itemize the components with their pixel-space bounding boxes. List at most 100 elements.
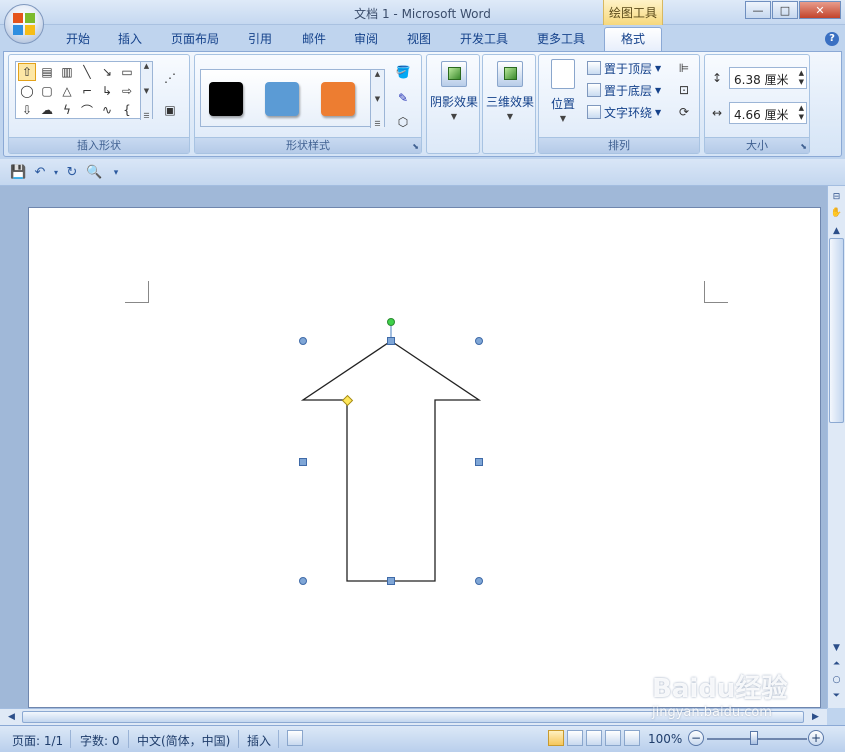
shape-height-input[interactable]: 6.38 厘米 ▲ ▼ — [729, 67, 807, 89]
next-page-icon[interactable]: ⏷ — [829, 689, 844, 704]
shape-width-input[interactable]: 4.66 厘米 ▲ ▼ — [729, 102, 807, 124]
tab-references[interactable]: 引用 — [238, 30, 282, 51]
dialog-launcher-icon[interactable]: ⬊ — [800, 142, 807, 151]
resize-handle-bottom-right[interactable] — [475, 577, 483, 585]
resize-handle-top-left[interactable] — [299, 337, 307, 345]
previous-page-icon[interactable]: ⏶ — [829, 657, 844, 672]
vertical-scrollbar[interactable]: ⊟ ✋ ▲ ▼ ⏶ ○ ⏷ — [827, 186, 845, 708]
tab-page-layout[interactable]: 页面布局 — [162, 30, 228, 51]
scroll-down-icon[interactable]: ▼ — [141, 87, 152, 95]
tab-more-tools[interactable]: 更多工具 — [528, 30, 594, 51]
zoom-out-icon[interactable]: − — [688, 730, 704, 746]
outline-view-icon[interactable] — [605, 730, 621, 746]
pan-hand-icon[interactable]: ✋ — [829, 206, 844, 221]
shadow-effects-button[interactable]: 阴影效果 ▼ — [428, 61, 480, 121]
redo-icon[interactable]: ↻ — [64, 165, 80, 181]
minimize-button[interactable]: — — [745, 1, 771, 19]
undo-dropdown-icon[interactable]: ▾ — [48, 165, 64, 181]
resize-handle-bottom-left[interactable] — [299, 577, 307, 585]
browse-object-icon[interactable]: ○ — [829, 673, 844, 688]
text-wrap-button[interactable]: 文字环绕 ▼ — [587, 102, 661, 122]
bring-to-front-button[interactable]: 置于顶层 ▼ — [587, 58, 661, 78]
send-to-back-button[interactable]: 置于底层 ▼ — [587, 80, 661, 100]
up-arrow-shape[interactable] — [300, 340, 482, 582]
scroll-left-icon[interactable]: ◀ — [4, 710, 19, 725]
shape-arc-icon[interactable]: ⌒ — [78, 101, 96, 119]
view-ruler-icon[interactable]: ⊟ — [829, 190, 844, 205]
shape-rounded-rect-icon[interactable]: ▢ — [38, 82, 56, 100]
resize-handle-top[interactable] — [387, 337, 395, 345]
resize-handle-bottom[interactable] — [387, 577, 395, 585]
spin-arrows-icon[interactable]: ▲ ▼ — [799, 69, 804, 87]
shape-vertical-textbox-icon[interactable]: ▥ — [58, 63, 76, 81]
full-screen-reading-icon[interactable] — [567, 730, 583, 746]
dialog-launcher-icon[interactable]: ⬊ — [412, 142, 419, 151]
scroll-down-icon[interactable]: ▼ — [371, 95, 384, 103]
shape-elbow-arrow-icon[interactable]: ↳ — [98, 82, 116, 100]
style-swatch-orange[interactable] — [321, 82, 355, 116]
edit-shape-icon[interactable]: ⋰ — [159, 69, 181, 87]
fill-color-icon[interactable]: 🪣 — [389, 63, 417, 81]
style-swatch-black[interactable] — [209, 82, 243, 116]
styles-gallery-scroll[interactable]: ▲ ▼ ☰ — [370, 70, 384, 128]
scroll-up-icon[interactable]: ▲ — [141, 62, 152, 70]
help-icon[interactable]: ? — [825, 32, 839, 46]
maximize-button[interactable]: □ — [772, 1, 798, 19]
print-layout-view-icon[interactable] — [548, 730, 564, 746]
shape-line-icon[interactable]: ╲ — [78, 63, 96, 81]
insert-mode-indicator[interactable]: 插入 — [247, 732, 271, 749]
shape-elbow-connector-icon[interactable]: ⌐ — [78, 82, 96, 100]
language-indicator[interactable]: 中文(简体，中国) — [137, 732, 230, 749]
tab-view[interactable]: 视图 — [397, 30, 441, 51]
shape-right-arrow-icon[interactable]: ⇨ — [118, 82, 136, 100]
resize-handle-right[interactable] — [475, 458, 483, 466]
gallery-more-icon[interactable]: ☰ — [371, 120, 384, 128]
zoom-level[interactable]: 100% — [648, 732, 682, 746]
scroll-up-icon[interactable]: ▲ — [829, 224, 844, 239]
tab-mailings[interactable]: 邮件 — [292, 30, 336, 51]
scroll-up-icon[interactable]: ▲ — [371, 70, 384, 78]
shapes-gallery-scroll[interactable]: ▲ ▼ ☰ — [140, 62, 152, 120]
office-button[interactable] — [4, 4, 44, 44]
spin-arrows-icon[interactable]: ▲ ▼ — [799, 104, 804, 122]
document-page[interactable] — [28, 207, 821, 708]
text-box-draw-icon[interactable]: ▣ — [159, 101, 181, 119]
shape-rectangle-icon[interactable]: ▭ — [118, 63, 136, 81]
customize-toolbar-icon[interactable]: ▾ — [108, 165, 124, 181]
resize-handle-left[interactable] — [299, 458, 307, 466]
shape-lightning-icon[interactable]: ϟ — [58, 101, 76, 119]
print-preview-icon[interactable]: 🔍 — [86, 165, 102, 181]
shape-oval-icon[interactable]: ◯ — [18, 82, 36, 100]
save-icon[interactable]: 💾 — [10, 165, 26, 181]
rotation-handle[interactable] — [387, 318, 395, 326]
shape-arrow-line-icon[interactable]: ↘ — [98, 63, 116, 81]
draft-view-icon[interactable] — [624, 730, 640, 746]
tab-insert[interactable]: 插入 — [108, 30, 152, 51]
tab-format[interactable]: 格式 — [604, 27, 662, 52]
shape-textbox-icon[interactable]: ▤ — [38, 63, 56, 81]
tab-home[interactable]: 开始 — [56, 30, 100, 51]
web-layout-view-icon[interactable] — [586, 730, 602, 746]
line-color-icon[interactable]: ✎ — [389, 89, 417, 107]
zoom-slider-thumb[interactable] — [750, 731, 758, 745]
shape-down-arrow-icon[interactable]: ⇩ — [18, 101, 36, 119]
tab-developer[interactable]: 开发工具 — [451, 30, 517, 51]
align-icon[interactable]: ⊫ — [673, 59, 695, 77]
shape-up-arrow-icon[interactable]: ⇧ — [18, 63, 36, 81]
word-count[interactable]: 字数: 0 — [80, 732, 120, 749]
zoom-in-icon[interactable]: + — [808, 730, 824, 746]
3d-effects-button[interactable]: 三维效果 ▼ — [484, 61, 536, 121]
position-button[interactable]: 位置 ▼ — [541, 59, 585, 123]
close-button[interactable]: ✕ — [799, 1, 841, 19]
vertical-scroll-thumb[interactable] — [829, 238, 844, 423]
shape-cloud-icon[interactable]: ☁ — [38, 101, 56, 119]
macro-record-icon[interactable] — [287, 730, 303, 746]
style-swatch-blue[interactable] — [265, 82, 299, 116]
rotate-icon[interactable]: ⟳ — [673, 103, 695, 121]
scroll-down-icon[interactable]: ▼ — [829, 641, 844, 656]
gallery-more-icon[interactable]: ☰ — [141, 112, 152, 120]
page-count[interactable]: 页面: 1/1 — [12, 732, 63, 749]
shape-curve-icon[interactable]: ∿ — [98, 101, 116, 119]
undo-icon[interactable]: ↶ — [32, 165, 48, 181]
tab-review[interactable]: 审阅 — [344, 30, 388, 51]
